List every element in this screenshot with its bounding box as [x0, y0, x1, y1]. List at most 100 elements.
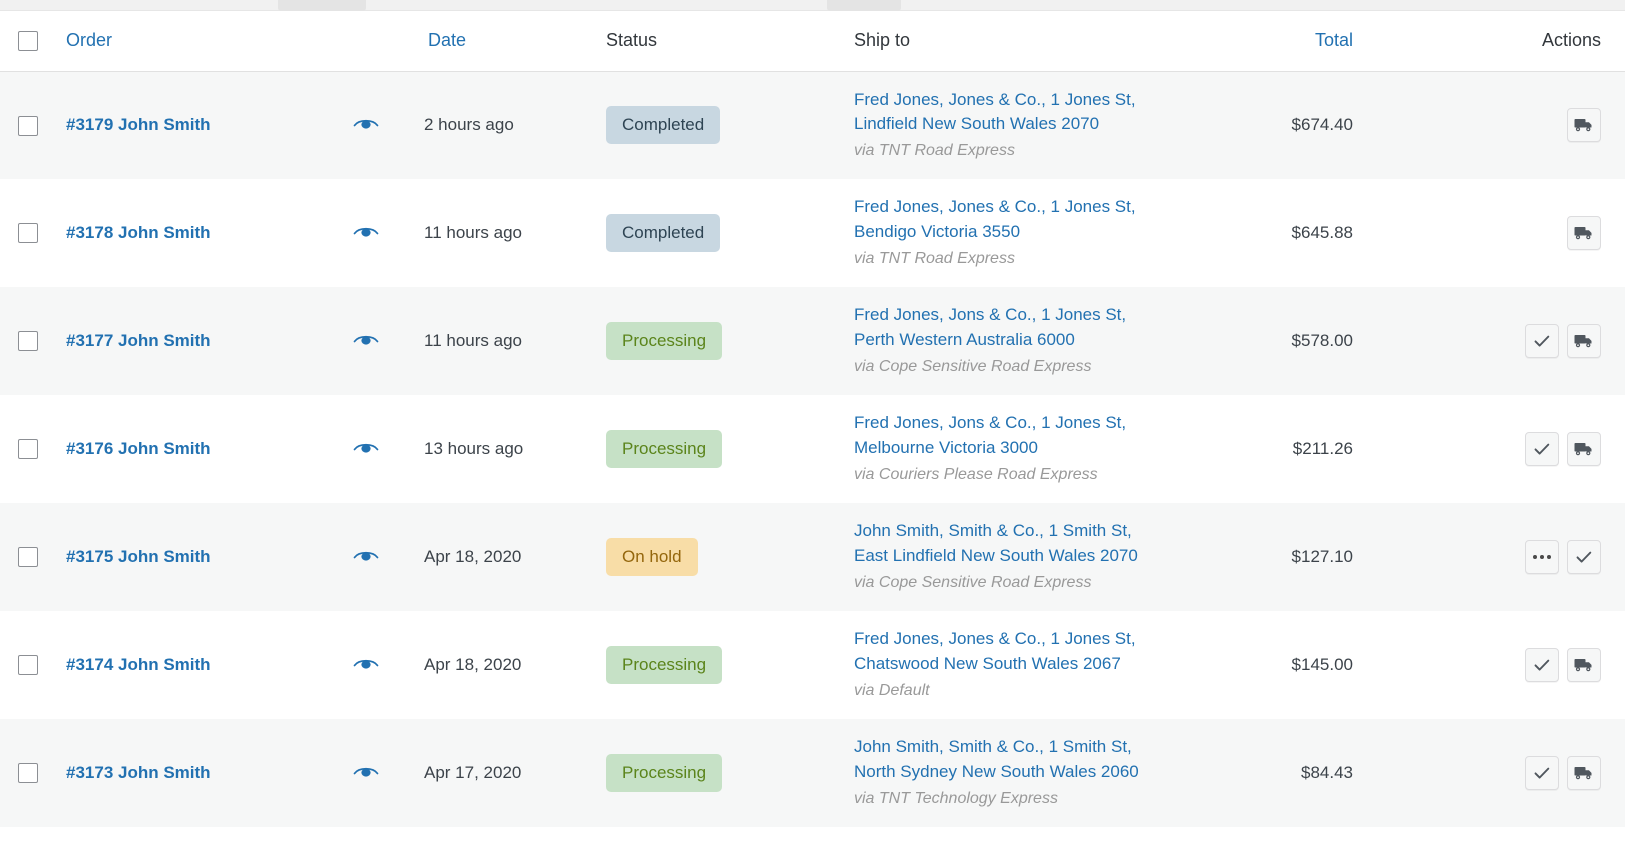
shipping-method: via Couriers Please Road Express: [854, 463, 1179, 487]
ship-to-address-line2[interactable]: Bendigo Victoria 3550: [854, 220, 1179, 245]
total-cell: $145.00: [1191, 611, 1381, 719]
preview-cell: [316, 71, 416, 179]
cutoff-ghost-right: [827, 0, 901, 11]
shipping-method: via TNT Road Express: [854, 247, 1179, 271]
row-select-checkbox[interactable]: [18, 439, 38, 459]
order-link[interactable]: #3174 John Smith: [66, 655, 211, 674]
eye-icon[interactable]: [353, 439, 379, 455]
table-row: #3173 John Smith Apr 17, 2020Processing Jo…: [0, 719, 1625, 827]
action-button-check[interactable]: [1567, 540, 1601, 574]
actions-group: [1525, 324, 1601, 358]
check-icon-glyph: [1533, 765, 1551, 781]
eye-icon[interactable]: [353, 223, 379, 239]
order-link[interactable]: #3173 John Smith: [66, 763, 211, 782]
order-cell: #3178 John Smith: [56, 179, 316, 287]
table-row: #3177 John Smith 11 hours ago Processing Fr…: [0, 287, 1625, 395]
order-link[interactable]: #3178 John Smith: [66, 223, 211, 242]
truck-icon-glyph: [1574, 333, 1594, 349]
column-header-date[interactable]: Date: [416, 11, 596, 71]
ship-to-address-line2[interactable]: North Sydney New South Wales 2060: [854, 760, 1179, 785]
date-cell: 11 hours ago: [416, 179, 596, 287]
action-button-check[interactable]: [1525, 648, 1559, 682]
action-button-truck[interactable]: [1567, 108, 1601, 142]
action-button-truck[interactable]: [1567, 756, 1601, 790]
status-cell: Processing: [596, 287, 846, 395]
action-button-truck[interactable]: [1567, 432, 1601, 466]
shipping-method: via Cope Sensitive Road Express: [854, 355, 1179, 379]
status-badge: Processing: [606, 322, 722, 360]
row-select-checkbox[interactable]: [18, 547, 38, 567]
ship-to-address-line2[interactable]: East Lindfield New South Wales 2070: [854, 544, 1179, 569]
date-cell: 13 hours ago: [416, 395, 596, 503]
eye-icon[interactable]: [353, 331, 379, 347]
date-cell: Apr 17, 2020: [416, 719, 596, 827]
action-button-check[interactable]: [1525, 756, 1559, 790]
status-cell: Processing: [596, 611, 846, 719]
eye-icon[interactable]: [353, 547, 379, 563]
actions-group: [1525, 756, 1601, 790]
truck-icon-glyph: [1574, 225, 1594, 241]
ship-to-address-line1[interactable]: Fred Jones, Jones & Co., 1 Jones St,: [854, 195, 1179, 220]
ship-to-address-line1[interactable]: Fred Jones, Jons & Co., 1 Jones St,: [854, 303, 1179, 328]
preview-cell: [316, 503, 416, 611]
column-header-total[interactable]: Total: [1191, 11, 1381, 71]
row-select-checkbox[interactable]: [18, 763, 38, 783]
row-select-checkbox[interactable]: [18, 223, 38, 243]
orders-table-head: Order Date Status Ship to Total Actions: [0, 11, 1625, 71]
ship-to-address-line1[interactable]: John Smith, Smith & Co., 1 Smith St,: [854, 735, 1179, 760]
actions-cell: [1381, 287, 1625, 395]
row-select-cell: [0, 71, 56, 179]
row-select-cell: [0, 395, 56, 503]
eye-icon[interactable]: [353, 115, 379, 131]
truck-icon-glyph: [1574, 117, 1594, 133]
actions-group: [1525, 540, 1601, 574]
column-header-order[interactable]: Order: [56, 11, 316, 71]
ship-to-address-line2[interactable]: Lindfield New South Wales 2070: [854, 112, 1179, 137]
ship-to-address-line2[interactable]: Perth Western Australia 6000: [854, 328, 1179, 353]
order-link[interactable]: #3175 John Smith: [66, 547, 211, 566]
row-select-cell: [0, 503, 56, 611]
ship-to-address-line1[interactable]: Fred Jones, Jones & Co., 1 Jones St,: [854, 627, 1179, 652]
actions-cell: [1381, 395, 1625, 503]
ship-to-address-line1[interactable]: John Smith, Smith & Co., 1 Smith St,: [854, 519, 1179, 544]
date-cell: 11 hours ago: [416, 287, 596, 395]
ship-to-address-line2[interactable]: Melbourne Victoria 3000: [854, 436, 1179, 461]
shipping-method: via Cope Sensitive Road Express: [854, 571, 1179, 595]
actions-group: [1525, 432, 1601, 466]
eye-icon[interactable]: [353, 763, 379, 779]
order-cell: #3175 John Smith: [56, 503, 316, 611]
check-icon-glyph: [1533, 657, 1551, 673]
order-link[interactable]: #3176 John Smith: [66, 439, 211, 458]
action-button-truck[interactable]: [1567, 216, 1601, 250]
date-cell: Apr 18, 2020: [416, 611, 596, 719]
total-cell: $578.00: [1191, 287, 1381, 395]
action-button-check[interactable]: [1525, 432, 1559, 466]
more-icon-glyph: [1533, 555, 1551, 559]
total-cell: $84.43: [1191, 719, 1381, 827]
ship-to-address-line2[interactable]: Chatswood New South Wales 2067: [854, 652, 1179, 677]
status-badge: Completed: [606, 106, 720, 144]
row-select-checkbox[interactable]: [18, 331, 38, 351]
orders-list-screen: Order Date Status Ship to Total Actions …: [0, 0, 1625, 859]
eye-icon[interactable]: [353, 655, 379, 671]
status-cell: Processing: [596, 719, 846, 827]
row-select-checkbox[interactable]: [18, 116, 38, 136]
preview-cell: [316, 719, 416, 827]
action-button-truck[interactable]: [1567, 324, 1601, 358]
action-button-more[interactable]: [1525, 540, 1559, 574]
action-button-check[interactable]: [1525, 324, 1559, 358]
ship-to-address-line1[interactable]: Fred Jones, Jones & Co., 1 Jones St,: [854, 88, 1179, 113]
action-button-truck[interactable]: [1567, 648, 1601, 682]
table-row: #3179 John Smith2 hours agoCompletedFred…: [0, 71, 1625, 179]
order-link[interactable]: #3177 John Smith: [66, 331, 211, 350]
table-row: #3178 John Smith11 hours agoCompletedFre…: [0, 179, 1625, 287]
ship-to-address-line1[interactable]: Fred Jones, Jons & Co., 1 Jones St,: [854, 411, 1179, 436]
actions-cell: [1381, 719, 1625, 827]
row-select-checkbox[interactable]: [18, 655, 38, 675]
check-icon-glyph: [1533, 441, 1551, 457]
order-link[interactable]: #3179 John Smith: [66, 115, 211, 134]
row-select-cell: [0, 287, 56, 395]
status-badge: Processing: [606, 430, 722, 468]
ship-to-cell: Fred Jones, Jones & Co., 1 Jones St,Chat…: [846, 611, 1191, 719]
select-all-checkbox[interactable]: [18, 31, 38, 51]
